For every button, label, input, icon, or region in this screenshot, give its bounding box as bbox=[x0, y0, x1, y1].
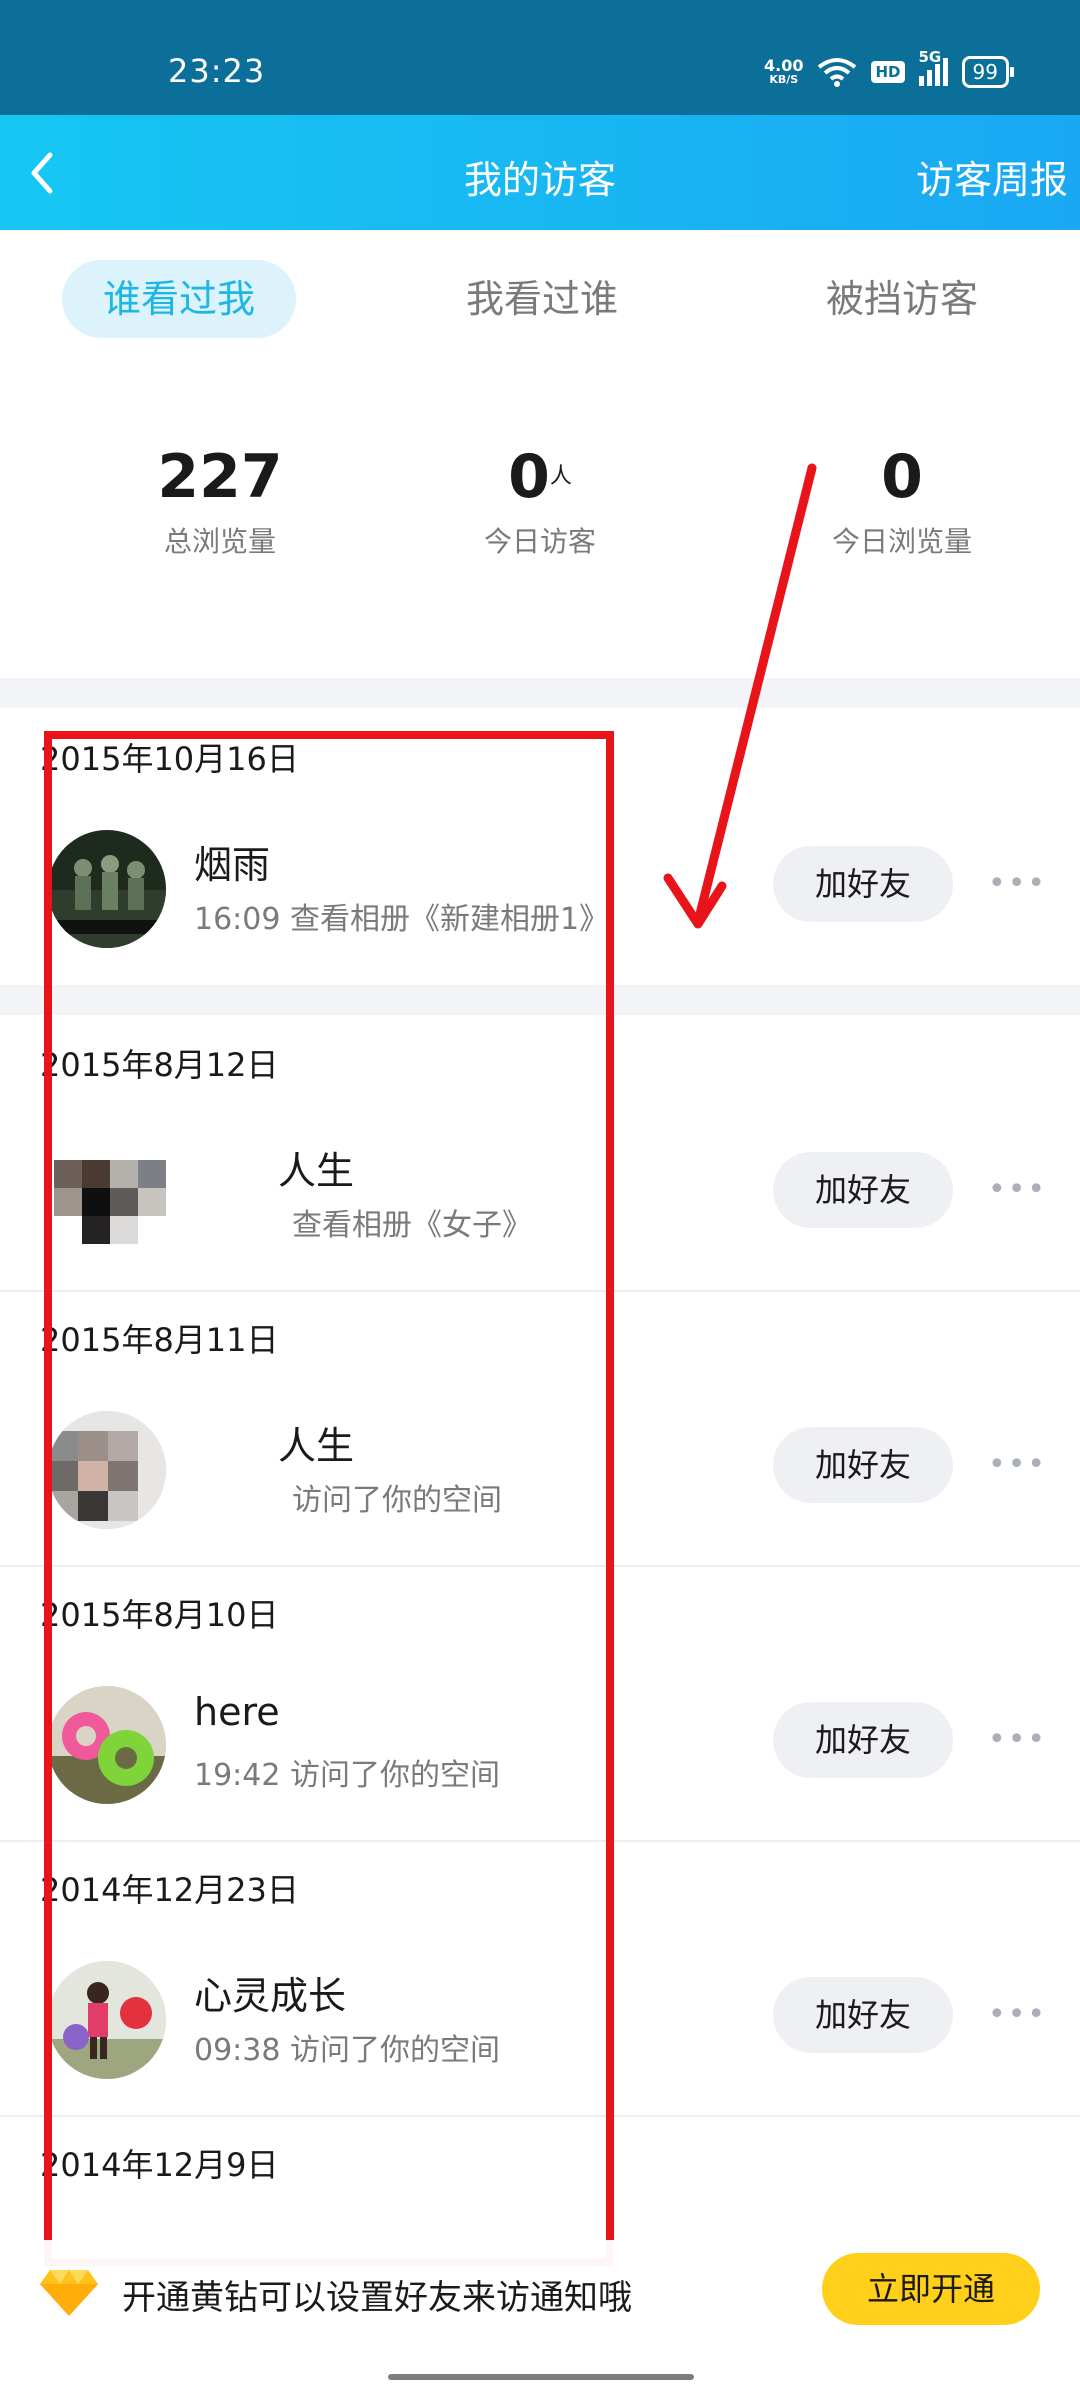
more-options-icon[interactable]: ••• bbox=[988, 1995, 1045, 2035]
weekly-report-link[interactable]: 访客周报 bbox=[916, 149, 1068, 204]
more-options-icon[interactable]: ••• bbox=[988, 1720, 1045, 1760]
stat-total-views-value: 227 bbox=[157, 442, 283, 512]
net-speed-value: 4.00 bbox=[764, 56, 804, 75]
section-separator bbox=[0, 678, 1080, 708]
add-friend-button[interactable]: 加好友 bbox=[773, 1977, 953, 2053]
more-options-icon[interactable]: ••• bbox=[988, 864, 1045, 904]
stat-today-views-value: 0 bbox=[881, 442, 923, 512]
stat-today-visitors-unit: 人 bbox=[549, 464, 572, 489]
add-friend-button[interactable]: 加好友 bbox=[773, 1427, 953, 1503]
more-options-icon[interactable]: ••• bbox=[988, 1170, 1045, 1210]
battery-icon: 99 bbox=[961, 56, 1015, 88]
visit-stats: 227 总浏览量 0人 今日访客 0 今日浏览量 bbox=[0, 440, 1080, 600]
net-speed: 4.00 KB/S bbox=[764, 58, 803, 86]
status-time: 23:23 bbox=[168, 52, 266, 90]
more-options-icon[interactable]: ••• bbox=[988, 1445, 1045, 1485]
stat-total-views: 227 总浏览量 bbox=[100, 440, 340, 560]
stat-today-visitors-label: 今日访客 bbox=[483, 525, 596, 558]
add-friend-button[interactable]: 加好友 bbox=[773, 846, 953, 922]
stat-today-visitors-value: 0 bbox=[508, 442, 550, 512]
stat-today-visitors-value-wrap: 0人 bbox=[420, 440, 660, 514]
vip-banner: 开通黄钻可以设置好友来访通知哦 立即开通 bbox=[0, 2240, 1080, 2350]
visitor-tabs: 谁看过我 我看过谁 被挡访客 bbox=[0, 230, 1080, 370]
add-friend-button[interactable]: 加好友 bbox=[773, 1702, 953, 1778]
signal-icon: 5G bbox=[918, 48, 948, 86]
banner-text: 开通黄钻可以设置好友来访通知哦 bbox=[122, 2278, 632, 2318]
home-indicator[interactable] bbox=[388, 2374, 694, 2380]
status-icons: 4.00 KB/S HD 5G 99 bbox=[764, 48, 1015, 92]
diamond-icon bbox=[40, 2270, 98, 2316]
tab-blocked-visitors[interactable]: 被挡访客 bbox=[785, 260, 1019, 338]
add-friend-button[interactable]: 加好友 bbox=[773, 1152, 953, 1228]
tab-who-i-viewed[interactable]: 我看过谁 bbox=[425, 260, 659, 338]
net-speed-unit: KB/S bbox=[769, 73, 799, 86]
wifi-icon bbox=[818, 58, 857, 87]
nav-bar: 我的访客 访客周报 bbox=[0, 115, 1080, 230]
hd-badge: HD bbox=[871, 61, 905, 83]
annotation-box bbox=[44, 731, 614, 2266]
stat-today-views: 0 今日浏览量 bbox=[782, 440, 1022, 560]
stat-total-views-label: 总浏览量 bbox=[163, 525, 276, 558]
open-now-button[interactable]: 立即开通 bbox=[822, 2253, 1040, 2325]
stat-today-views-label: 今日浏览量 bbox=[831, 525, 972, 558]
tab-who-viewed-me[interactable]: 谁看过我 bbox=[62, 260, 296, 338]
status-bar: 23:23 4.00 KB/S HD 5G 99 bbox=[0, 0, 1080, 115]
network-type: 5G bbox=[918, 48, 942, 66]
stat-today-visitors: 0人 今日访客 bbox=[420, 440, 660, 560]
